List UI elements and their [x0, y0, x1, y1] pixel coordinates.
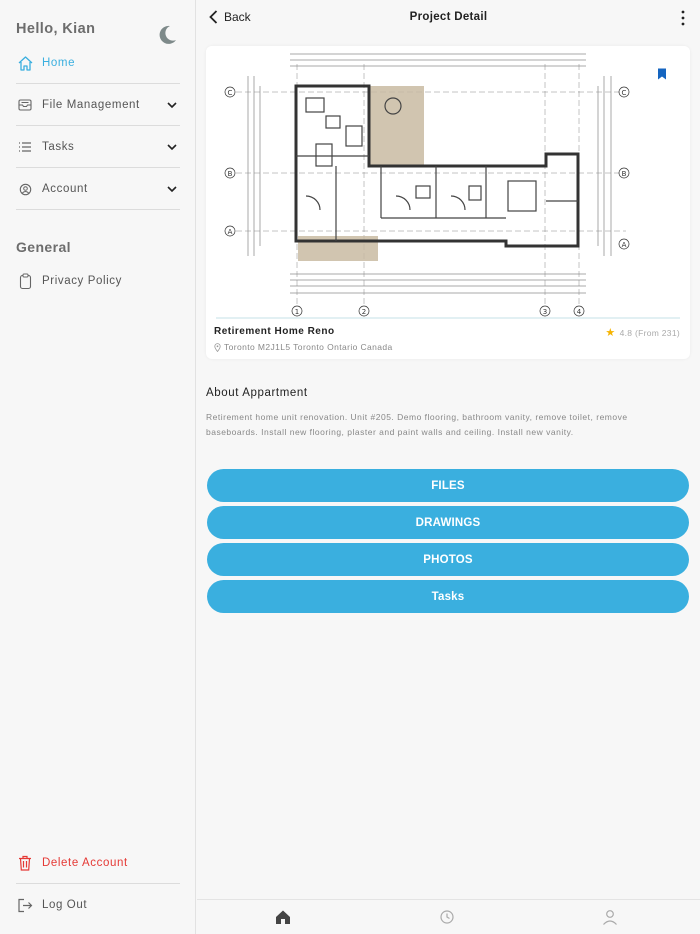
- greeting: Hello, Kian: [16, 21, 96, 37]
- project-card[interactable]: C B A C B A 1 2 3 4 Retirement Home Reno…: [206, 46, 690, 359]
- rating-value: 4.8: [619, 327, 633, 338]
- plan-axis-label: 1: [295, 308, 299, 316]
- trash-icon: [16, 854, 34, 872]
- plan-axis-label: 4: [577, 308, 582, 316]
- logout-label: Log Out: [42, 899, 88, 911]
- clipboard-icon: [16, 272, 34, 290]
- sidebar-item-file-management[interactable]: File Management: [16, 96, 180, 114]
- moon-icon[interactable]: [156, 24, 178, 46]
- home-icon: [16, 54, 34, 72]
- sidebar: Hello, Kian Home File Management Tasks A…: [0, 0, 196, 934]
- plan-axis-label: B: [228, 170, 233, 178]
- section-title-general: General: [16, 239, 71, 255]
- project-rating: ★ 4.8 (From 231): [605, 326, 680, 339]
- project-name: Retirement Home Reno: [214, 326, 335, 337]
- delete-account-button[interactable]: Delete Account: [16, 854, 180, 872]
- divider: [16, 125, 180, 126]
- logout-icon: [16, 896, 34, 914]
- divider: [16, 83, 180, 84]
- address-text: Toronto M2J1L5 Toronto Ontario Canada: [224, 342, 393, 352]
- clock-icon[interactable]: [438, 908, 456, 926]
- bookmark-icon[interactable]: [657, 68, 667, 80]
- account-icon: [16, 180, 34, 198]
- page-title: Project Detail: [409, 11, 488, 23]
- location-pin-icon: [214, 342, 221, 352]
- list-icon: [16, 138, 34, 156]
- plan-axis-label: B: [622, 170, 627, 178]
- chevron-down-icon[interactable]: [166, 183, 178, 195]
- delete-account-label: Delete Account: [42, 857, 128, 869]
- profile-icon[interactable]: [601, 908, 619, 926]
- chevron-down-icon[interactable]: [166, 99, 178, 111]
- plan-axis-label: 3: [543, 308, 547, 316]
- files-button[interactable]: FILES: [207, 469, 689, 502]
- logout-button[interactable]: Log Out: [16, 896, 180, 914]
- divider: [16, 883, 180, 884]
- sidebar-item-privacy-policy[interactable]: Privacy Policy: [16, 272, 180, 290]
- project-address: Toronto M2J1L5 Toronto Ontario Canada: [214, 342, 393, 352]
- home-icon[interactable]: [274, 908, 292, 926]
- sidebar-item-label: Tasks: [42, 141, 75, 153]
- more-options-icon[interactable]: [680, 10, 686, 26]
- sidebar-item-label: Privacy Policy: [42, 275, 122, 287]
- tasks-button[interactable]: Tasks: [207, 580, 689, 613]
- drawings-button[interactable]: DRAWINGS: [207, 506, 689, 539]
- about-title: About Appartment: [206, 387, 308, 399]
- star-icon: ★: [605, 327, 616, 339]
- sidebar-item-account[interactable]: Account: [16, 180, 180, 198]
- sidebar-item-label: Account: [42, 183, 88, 195]
- plan-axis-label: A: [228, 228, 233, 236]
- sidebar-item-label: Home: [42, 57, 76, 69]
- top-bar: Back Project Detail: [197, 0, 700, 38]
- chevron-down-icon[interactable]: [166, 141, 178, 153]
- plan-axis-label: A: [622, 241, 627, 249]
- rating-count: (From 231): [634, 327, 680, 338]
- bottom-tab-bar: [197, 899, 700, 934]
- sidebar-item-label: File Management: [42, 99, 140, 111]
- inbox-icon: [16, 96, 34, 114]
- divider: [16, 167, 180, 168]
- photos-button[interactable]: PHOTOS: [207, 543, 689, 576]
- plan-axis-label: C: [622, 89, 627, 97]
- sidebar-item-home[interactable]: Home: [16, 54, 180, 72]
- about-description: Retirement home unit renovation. Unit #2…: [206, 412, 628, 437]
- plan-axis-label: 2: [362, 308, 366, 316]
- plan-axis-label: C: [228, 89, 233, 97]
- divider: [16, 209, 180, 210]
- floor-plan-image: C B A C B A 1 2 3 4: [206, 46, 690, 321]
- sidebar-item-tasks[interactable]: Tasks: [16, 138, 180, 156]
